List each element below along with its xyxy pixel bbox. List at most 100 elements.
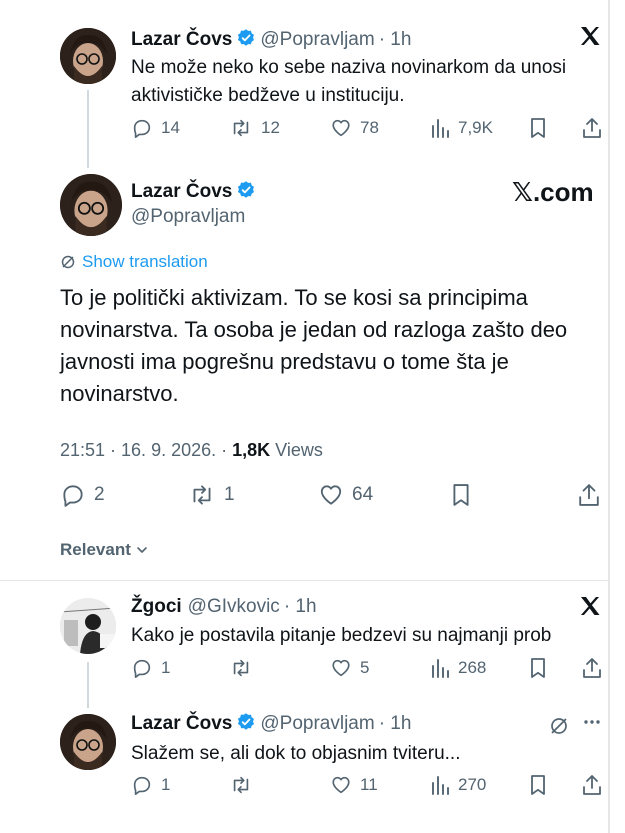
tweet-text-line: aktivističke bedževe u instituciju. (131, 85, 405, 106)
bookmark-icon (453, 484, 469, 506)
like-button[interactable]: 64 (318, 482, 373, 508)
heart-icon (332, 659, 350, 677)
retweet-count: 12 (261, 118, 280, 137)
retweet-count: 1 (224, 484, 235, 505)
main-author: Lazar Čovs (131, 180, 260, 203)
share-icon (583, 658, 601, 678)
views-count: 1,8K (232, 440, 271, 460)
analytics-icon (432, 119, 449, 138)
retweet-icon (193, 485, 211, 505)
author-handle[interactable]: @GIvkovic (188, 596, 280, 617)
reply-count: 1 (161, 775, 171, 794)
author-name[interactable]: Lazar Čovs (131, 29, 232, 50)
tweet-text-line: javnosti ima pogrešnu predstavu o tome š… (60, 349, 509, 374)
reply-filter-dropdown[interactable]: Relevant (60, 540, 149, 560)
reply-icon (63, 485, 83, 507)
like-button[interactable]: 11 (330, 774, 378, 796)
reply-button[interactable]: 1 (131, 774, 170, 796)
retweet-button[interactable]: 1 (188, 482, 235, 508)
avatar[interactable] (60, 28, 116, 84)
tweet-text: Kako je postavila pitanje bedzevi su naj… (131, 625, 552, 646)
thread-line (87, 90, 89, 168)
tweet-meta: 21:51 · 16. 9. 2026. · 1,8K Views (60, 440, 323, 461)
tweet-text: Slažem se, ali dok to objasnim tviteru..… (131, 743, 461, 764)
reply-icon (133, 119, 151, 138)
x-logo-icon (578, 594, 602, 623)
reply-filter-label: Relevant (60, 540, 131, 559)
author-name[interactable]: Žgoci (131, 596, 182, 617)
tweet-time[interactable]: · 1h (379, 713, 412, 734)
share-icon (579, 484, 599, 506)
site-label: 𝕏.com (512, 177, 594, 207)
tweet-header: Lazar Čovs @Popravljam · 1h (131, 28, 411, 51)
right-edge-rule (608, 0, 610, 833)
views-count: 7,9K (458, 118, 493, 137)
views-count: 270 (458, 775, 487, 794)
heart-icon (332, 776, 350, 794)
share-button[interactable] (578, 482, 600, 508)
views-label: Views (270, 440, 323, 460)
tweet-time[interactable]: · 1h (379, 29, 412, 50)
share-button[interactable] (582, 657, 602, 679)
translate-icon (61, 255, 75, 269)
views-button[interactable]: 268 (430, 657, 486, 679)
show-translation-link[interactable]: Show translation (60, 252, 208, 272)
tweet-header: Žgoci @GIvkovic · 1h (131, 596, 317, 618)
reply-button[interactable]: 2 (60, 482, 105, 508)
bookmark-icon (531, 658, 545, 678)
chevron-down-icon (137, 547, 147, 553)
bookmark-button[interactable] (450, 482, 472, 508)
like-count: 5 (360, 658, 370, 677)
tweet-text-line: To je politički aktivizam. To se kosi sa… (60, 285, 528, 310)
views-count: 268 (458, 658, 487, 677)
share-button[interactable] (582, 117, 602, 139)
views-button[interactable]: 270 (430, 774, 486, 796)
like-count: 64 (352, 484, 374, 505)
avatar[interactable] (60, 598, 116, 654)
divider (0, 580, 608, 581)
tweet-time[interactable]: · 1h (284, 596, 317, 617)
tweet-text-line: Ne može neko ko sebe naziva novinarkom d… (131, 57, 567, 78)
like-button[interactable]: 5 (330, 657, 369, 679)
share-icon (583, 118, 601, 138)
author-name[interactable]: Lazar Čovs (131, 713, 232, 734)
like-button[interactable]: 78 (330, 117, 379, 139)
analytics-icon (432, 776, 449, 795)
avatar[interactable] (60, 714, 116, 770)
reply-button[interactable]: 14 (131, 117, 180, 139)
views-button[interactable]: 7,9K (430, 117, 493, 139)
heart-icon (332, 119, 350, 137)
reply-button[interactable]: 1 (131, 657, 170, 679)
thread-line (87, 662, 89, 708)
author-name[interactable]: Lazar Čovs (131, 181, 232, 202)
avatar[interactable] (60, 174, 122, 236)
retweet-icon (233, 119, 249, 137)
verified-icon (238, 713, 255, 730)
like-count: 78 (360, 118, 379, 137)
retweet-button[interactable]: 12 (229, 117, 280, 139)
retweet-icon (233, 776, 249, 794)
reply-count: 1 (161, 658, 171, 677)
author-handle[interactable]: @Popravljam (260, 29, 374, 50)
tweet-text: Ne može neko ko sebe naziva novinarkom d… (131, 54, 566, 110)
bookmark-button[interactable] (528, 117, 548, 139)
analytics-icon (432, 659, 449, 678)
show-translation-label: Show translation (82, 252, 208, 271)
more-options-icon[interactable] (582, 712, 602, 737)
tweet-text-line: novinarstvo. (60, 381, 179, 406)
tweet-header: Lazar Čovs @Popravljam · 1h (131, 712, 411, 735)
author-handle[interactable]: @Popravljam (260, 713, 374, 734)
retweet-icon (233, 659, 249, 677)
bookmark-icon (531, 118, 545, 138)
grok-icon[interactable] (548, 715, 570, 742)
verified-icon (238, 29, 255, 46)
timestamp[interactable]: 21:51 · 16. 9. 2026. · (60, 440, 232, 460)
main-tweet-text: To je politički aktivizam. To se kosi sa… (60, 282, 567, 410)
x-logo-icon (578, 24, 602, 53)
retweet-button[interactable] (229, 657, 261, 679)
bookmark-button[interactable] (528, 774, 548, 796)
share-button[interactable] (582, 774, 602, 796)
retweet-button[interactable] (229, 774, 261, 796)
bookmark-button[interactable] (528, 657, 548, 679)
author-handle[interactable]: @Popravljam (131, 206, 245, 228)
